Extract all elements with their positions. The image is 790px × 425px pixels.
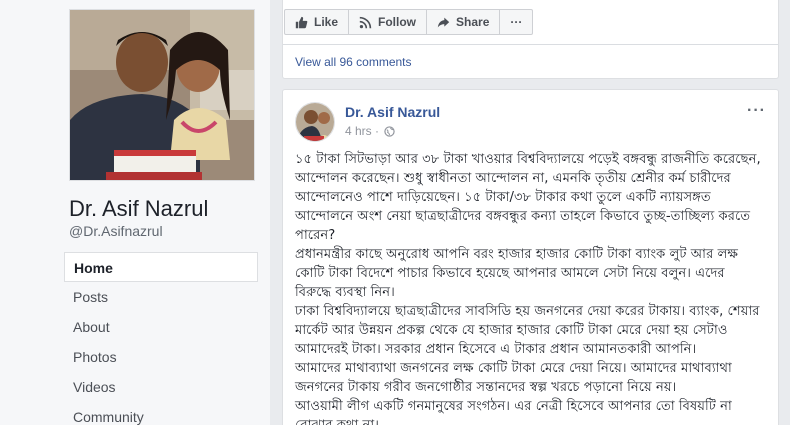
follow-button[interactable]: Follow bbox=[348, 9, 428, 35]
post-meta: 4 hrs · bbox=[345, 124, 395, 138]
post-author-name[interactable]: Dr. Asif Nazrul bbox=[345, 104, 440, 120]
profile-photo[interactable] bbox=[69, 9, 255, 181]
thumbs-up-icon bbox=[295, 16, 308, 29]
post-action-bar: Like Follow Share ··· bbox=[284, 9, 534, 35]
post-paragraph: আওয়ামী লীগ একটি গনমানুষের সংগঠন। এর নেত… bbox=[295, 399, 732, 425]
more-dots-icon: ··· bbox=[510, 15, 523, 29]
share-button[interactable]: Share bbox=[426, 9, 501, 35]
profile-photo-image bbox=[70, 10, 254, 180]
post-paragraph: ঢাকা বিশ্ববিদ্যালয়ে ছাত্রছাত্রীদের সাবস… bbox=[295, 304, 760, 357]
post-timestamp[interactable]: 4 hrs · bbox=[345, 124, 379, 138]
share-label: Share bbox=[456, 15, 490, 29]
avatar-image bbox=[296, 103, 334, 141]
left-sidebar: Dr. Asif Nazrul @Dr.Asifnazrul Home Post… bbox=[0, 0, 270, 425]
author-avatar[interactable] bbox=[295, 102, 335, 142]
post-paragraph: আমাদের মাথাব্যাথা জনগনের লক্ষ কোটি টাকা … bbox=[295, 361, 732, 395]
nav-item-community[interactable]: Community bbox=[64, 402, 258, 425]
nav-item-posts[interactable]: Posts bbox=[64, 282, 258, 312]
post-paragraph: ১৫ টাকা সিটভাড়া আর ৩৮ টাকা খাওয়ার বিশ্… bbox=[295, 152, 761, 243]
follow-label: Follow bbox=[378, 15, 417, 29]
page-name[interactable]: Dr. Asif Nazrul bbox=[69, 196, 208, 222]
post-menu-button[interactable]: ··· bbox=[747, 102, 766, 120]
post-card: Dr. Asif Nazrul 4 hrs · ··· ১৫ টাকা সিটভ… bbox=[282, 89, 779, 425]
divider bbox=[283, 44, 778, 45]
column-gutter bbox=[270, 0, 280, 425]
nav-item-about[interactable]: About bbox=[64, 312, 258, 342]
like-button[interactable]: Like bbox=[284, 9, 350, 35]
nav-item-videos[interactable]: Videos bbox=[64, 372, 258, 402]
post-paragraph: প্রধানমন্ত্রীর কাছে অনুরোধ আপনি বরং হাজা… bbox=[295, 247, 739, 300]
nav-item-photos[interactable]: Photos bbox=[64, 342, 258, 372]
previous-post-footer: Like Follow Share ··· View all 96 commen… bbox=[282, 0, 779, 79]
nav-item-home[interactable]: Home bbox=[64, 252, 258, 282]
like-label: Like bbox=[314, 15, 339, 29]
rss-follow-icon bbox=[359, 16, 372, 29]
post-text: ১৫ টাকা সিটভাড়া আর ৩৮ টাকা খাওয়ার বিশ্… bbox=[295, 150, 765, 425]
view-all-comments-link[interactable]: View all 96 comments bbox=[295, 55, 412, 69]
globe-icon bbox=[384, 125, 395, 137]
share-arrow-icon bbox=[437, 16, 450, 29]
page-handle[interactable]: @Dr.Asifnazrul bbox=[69, 223, 163, 239]
more-options-button[interactable]: ··· bbox=[499, 9, 534, 35]
page-nav: Home Posts About Photos Videos Community bbox=[64, 252, 258, 425]
